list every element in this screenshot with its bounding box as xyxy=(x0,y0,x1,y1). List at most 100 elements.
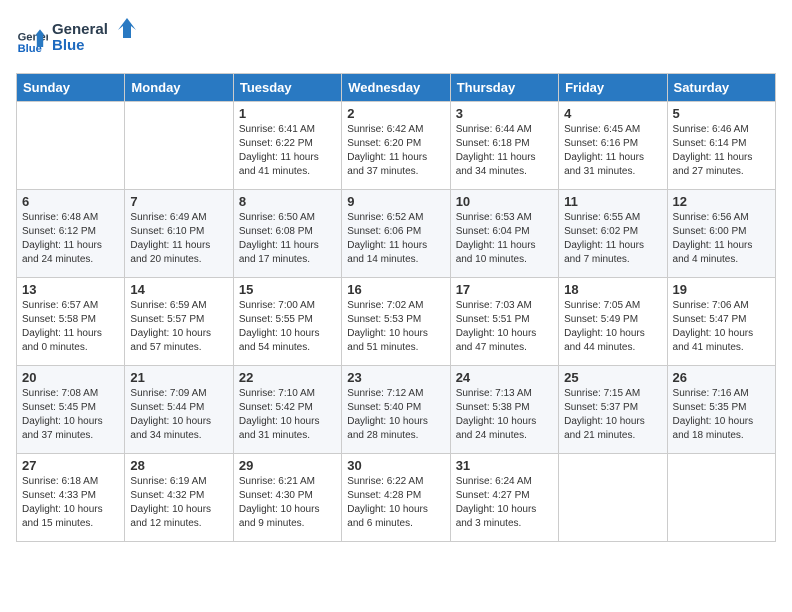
logo: General Blue General Blue xyxy=(16,16,142,61)
calendar-cell: 21 Sunrise: 7:09 AM Sunset: 5:44 PM Dayli… xyxy=(125,366,233,454)
calendar-table: SundayMondayTuesdayWednesdayThursdayFrid… xyxy=(16,73,776,542)
calendar-cell: 24 Sunrise: 7:13 AM Sunset: 5:38 PM Dayli… xyxy=(450,366,558,454)
day-number: 3 xyxy=(456,106,553,121)
calendar-cell xyxy=(667,454,775,542)
calendar-cell: 28Sunrise: 6:19 AM Sunset: 4:32 PM Dayli… xyxy=(125,454,233,542)
calendar-cell: 4 Sunrise: 6:45 AM Sunset: 6:16 PM Daylig… xyxy=(559,102,667,190)
svg-text:Blue: Blue xyxy=(52,37,85,54)
calendar-cell xyxy=(125,102,233,190)
day-content: Sunrise: 7:10 AM Sunset: 5:42 PM Dayligh… xyxy=(239,387,336,443)
day-number: 8 xyxy=(239,194,336,209)
day-content: Sunrise: 7:06 AM Sunset: 5:47 PM Dayligh… xyxy=(673,299,770,355)
calendar-cell: 14Sunrise: 6:59 AM Sunset: 5:57 PM Dayli… xyxy=(125,278,233,366)
day-number: 9 xyxy=(347,194,444,209)
day-number: 22 xyxy=(239,370,336,385)
calendar-cell: 1 Sunrise: 6:41 AM Sunset: 6:22 PM Daylig… xyxy=(233,102,341,190)
day-content: Sunrise: 7:13 AM Sunset: 5:38 PM Dayligh… xyxy=(456,387,553,443)
week-row-2: 6Sunrise: 6:48 AM Sunset: 6:12 PM Daylig… xyxy=(17,190,776,278)
calendar-cell: 17Sunrise: 7:03 AM Sunset: 5:51 PM Dayli… xyxy=(450,278,558,366)
calendar-cell: 20 Sunrise: 7:08 AM Sunset: 5:45 PM Dayli… xyxy=(17,366,125,454)
calendar-cell: 26Sunrise: 7:16 AM Sunset: 5:35 PM Dayli… xyxy=(667,366,775,454)
day-number: 20 xyxy=(22,370,119,385)
calendar-cell: 7Sunrise: 6:49 AM Sunset: 6:10 PM Daylig… xyxy=(125,190,233,278)
column-header-sunday: Sunday xyxy=(17,74,125,102)
day-content: Sunrise: 6:22 AM Sunset: 4:28 PM Dayligh… xyxy=(347,475,444,531)
day-number: 25 xyxy=(564,370,661,385)
day-number: 11 xyxy=(564,194,661,209)
column-header-saturday: Saturday xyxy=(667,74,775,102)
day-number: 10 xyxy=(456,194,553,209)
calendar-cell: 9 Sunrise: 6:52 AM Sunset: 6:06 PM Daylig… xyxy=(342,190,450,278)
column-header-wednesday: Wednesday xyxy=(342,74,450,102)
day-content: Sunrise: 6:56 AM Sunset: 6:00 PM Dayligh… xyxy=(673,211,770,267)
day-content: Sunrise: 6:21 AM Sunset: 4:30 PM Dayligh… xyxy=(239,475,336,531)
calendar-cell: 12 Sunrise: 6:56 AM Sunset: 6:00 PM Dayli… xyxy=(667,190,775,278)
day-number: 21 xyxy=(130,370,227,385)
day-content: Sunrise: 6:55 AM Sunset: 6:02 PM Dayligh… xyxy=(564,211,661,267)
calendar-cell: 29 Sunrise: 6:21 AM Sunset: 4:30 PM Dayli… xyxy=(233,454,341,542)
calendar-cell: 18 Sunrise: 7:05 AM Sunset: 5:49 PM Dayli… xyxy=(559,278,667,366)
column-header-friday: Friday xyxy=(559,74,667,102)
day-number: 1 xyxy=(239,106,336,121)
day-content: Sunrise: 6:50 AM Sunset: 6:08 PM Dayligh… xyxy=(239,211,336,267)
day-content: Sunrise: 7:05 AM Sunset: 5:49 PM Dayligh… xyxy=(564,299,661,355)
calendar-cell: 15 Sunrise: 7:00 AM Sunset: 5:55 PM Dayli… xyxy=(233,278,341,366)
calendar-cell: 27 Sunrise: 6:18 AM Sunset: 4:33 PM Dayli… xyxy=(17,454,125,542)
day-content: Sunrise: 6:57 AM Sunset: 5:58 PM Dayligh… xyxy=(22,299,119,355)
day-content: Sunrise: 7:12 AM Sunset: 5:40 PM Dayligh… xyxy=(347,387,444,443)
day-number: 30 xyxy=(347,458,444,473)
day-number: 7 xyxy=(130,194,227,209)
day-content: Sunrise: 6:45 AM Sunset: 6:16 PM Dayligh… xyxy=(564,123,661,179)
day-content: Sunrise: 6:52 AM Sunset: 6:06 PM Dayligh… xyxy=(347,211,444,267)
day-content: Sunrise: 7:09 AM Sunset: 5:44 PM Dayligh… xyxy=(130,387,227,443)
day-number: 18 xyxy=(564,282,661,297)
day-number: 29 xyxy=(239,458,336,473)
day-content: Sunrise: 7:00 AM Sunset: 5:55 PM Dayligh… xyxy=(239,299,336,355)
day-content: Sunrise: 6:41 AM Sunset: 6:22 PM Dayligh… xyxy=(239,123,336,179)
day-number: 5 xyxy=(673,106,770,121)
day-content: Sunrise: 7:08 AM Sunset: 5:45 PM Dayligh… xyxy=(22,387,119,443)
calendar-cell: 22 Sunrise: 7:10 AM Sunset: 5:42 PM Dayli… xyxy=(233,366,341,454)
calendar-cell: 30 Sunrise: 6:22 AM Sunset: 4:28 PM Dayli… xyxy=(342,454,450,542)
svg-text:General: General xyxy=(52,21,108,38)
calendar-cell xyxy=(559,454,667,542)
day-number: 31 xyxy=(456,458,553,473)
calendar-cell: 6Sunrise: 6:48 AM Sunset: 6:12 PM Daylig… xyxy=(17,190,125,278)
day-content: Sunrise: 6:42 AM Sunset: 6:20 PM Dayligh… xyxy=(347,123,444,179)
day-content: Sunrise: 6:59 AM Sunset: 5:57 PM Dayligh… xyxy=(130,299,227,355)
calendar-cell: 2Sunrise: 6:42 AM Sunset: 6:20 PM Daylig… xyxy=(342,102,450,190)
day-number: 24 xyxy=(456,370,553,385)
day-content: Sunrise: 7:15 AM Sunset: 5:37 PM Dayligh… xyxy=(564,387,661,443)
calendar-cell: 31Sunrise: 6:24 AM Sunset: 4:27 PM Dayli… xyxy=(450,454,558,542)
day-number: 28 xyxy=(130,458,227,473)
calendar-cell: 19 Sunrise: 7:06 AM Sunset: 5:47 PM Dayli… xyxy=(667,278,775,366)
week-row-3: 13Sunrise: 6:57 AM Sunset: 5:58 PM Dayli… xyxy=(17,278,776,366)
calendar-cell: 25 Sunrise: 7:15 AM Sunset: 5:37 PM Dayli… xyxy=(559,366,667,454)
day-content: Sunrise: 6:48 AM Sunset: 6:12 PM Dayligh… xyxy=(22,211,119,267)
day-number: 23 xyxy=(347,370,444,385)
calendar-cell: 23 Sunrise: 7:12 AM Sunset: 5:40 PM Dayli… xyxy=(342,366,450,454)
logo-icon: General Blue xyxy=(16,23,48,55)
day-number: 19 xyxy=(673,282,770,297)
calendar-cell: 13Sunrise: 6:57 AM Sunset: 5:58 PM Dayli… xyxy=(17,278,125,366)
day-number: 12 xyxy=(673,194,770,209)
day-number: 4 xyxy=(564,106,661,121)
calendar-cell: 10 Sunrise: 6:53 AM Sunset: 6:04 PM Dayli… xyxy=(450,190,558,278)
calendar-cell: 5Sunrise: 6:46 AM Sunset: 6:14 PM Daylig… xyxy=(667,102,775,190)
day-content: Sunrise: 6:53 AM Sunset: 6:04 PM Dayligh… xyxy=(456,211,553,267)
svg-text:General: General xyxy=(18,31,48,43)
page-header: General Blue General Blue xyxy=(16,16,776,61)
week-row-4: 20 Sunrise: 7:08 AM Sunset: 5:45 PM Dayli… xyxy=(17,366,776,454)
day-number: 26 xyxy=(673,370,770,385)
day-number: 27 xyxy=(22,458,119,473)
day-content: Sunrise: 6:18 AM Sunset: 4:33 PM Dayligh… xyxy=(22,475,119,531)
day-number: 16 xyxy=(347,282,444,297)
day-number: 15 xyxy=(239,282,336,297)
column-header-thursday: Thursday xyxy=(450,74,558,102)
week-row-5: 27 Sunrise: 6:18 AM Sunset: 4:33 PM Dayli… xyxy=(17,454,776,542)
day-content: Sunrise: 7:02 AM Sunset: 5:53 PM Dayligh… xyxy=(347,299,444,355)
column-header-tuesday: Tuesday xyxy=(233,74,341,102)
logo-svg: General Blue xyxy=(52,16,142,56)
day-number: 17 xyxy=(456,282,553,297)
day-content: Sunrise: 6:44 AM Sunset: 6:18 PM Dayligh… xyxy=(456,123,553,179)
